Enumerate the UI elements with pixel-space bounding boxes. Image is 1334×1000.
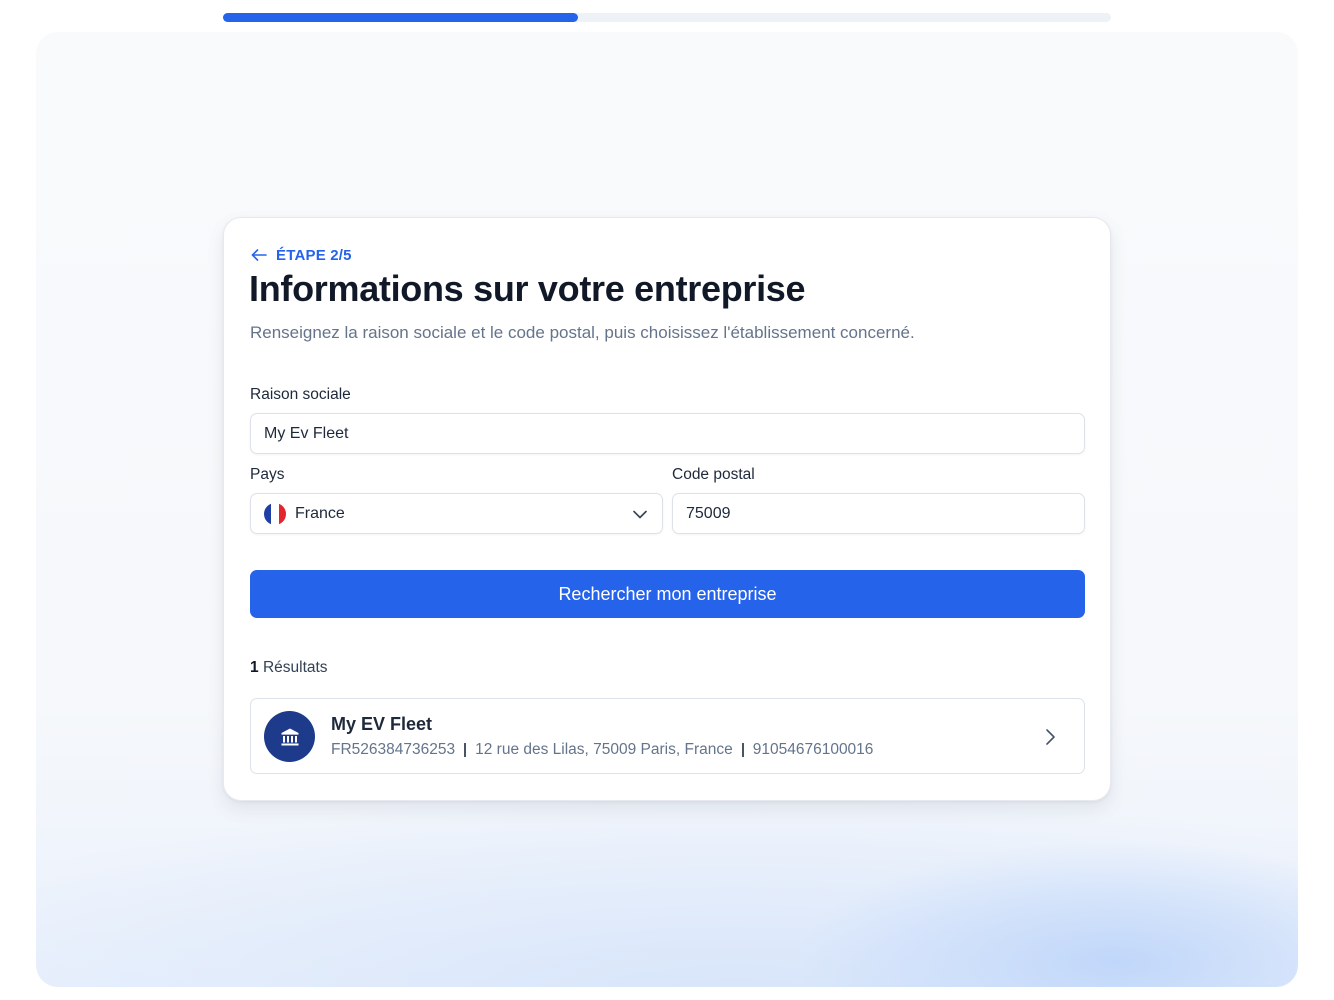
bank-icon	[281, 728, 298, 745]
company-name-value: My Ev Fleet	[264, 424, 349, 442]
page-title: Informations sur votre entreprise	[249, 268, 806, 309]
result-vat-number: FR526384736253	[331, 741, 456, 758]
france-flag-icon	[264, 502, 286, 525]
separator	[741, 743, 744, 757]
arrow-left-icon[interactable]	[250, 246, 268, 264]
page-subtitle: Renseignez la raison sociale et le code …	[250, 323, 915, 342]
results-count: 1 Résultats	[250, 659, 328, 677]
company-name-label: Raison sociale	[250, 386, 351, 403]
country-value: France	[295, 504, 345, 522]
results-count-label: Résultats	[262, 659, 328, 676]
company-name-input[interactable]: My Ev Fleet	[250, 413, 1085, 454]
postal-code-input[interactable]: 75009	[672, 493, 1085, 534]
step-indicator: ÉTAPE 2/5	[250, 246, 352, 264]
result-company-details: FR526384736253 12 rue des Lilas, 75009 P…	[331, 741, 873, 759]
country-label: Pays	[250, 466, 285, 483]
postal-code-value: 75009	[686, 504, 731, 522]
search-company-button[interactable]: Rechercher mon entreprise	[250, 570, 1085, 618]
result-siret: 91054676100016	[752, 741, 874, 758]
separator	[464, 743, 467, 757]
chevron-down-icon	[633, 510, 647, 519]
result-item[interactable]: My EV Fleet FR526384736253 12 rue des Li…	[250, 698, 1085, 774]
company-info-card: ÉTAPE 2/5 Informations sur votre entrepr…	[223, 217, 1111, 801]
postal-code-label: Code postal	[672, 466, 755, 483]
result-address: 12 rue des Lilas, 75009 Paris, France	[475, 741, 733, 758]
chevron-right-icon	[1046, 729, 1055, 745]
progress-bar-fill	[223, 13, 579, 22]
results-count-number: 1	[250, 659, 259, 676]
progress-bar	[223, 13, 1111, 22]
company-avatar	[264, 711, 315, 762]
result-company-name: My EV Fleet	[331, 714, 433, 734]
country-select[interactable]: France	[250, 493, 663, 534]
step-label: ÉTAPE 2/5	[276, 246, 352, 264]
